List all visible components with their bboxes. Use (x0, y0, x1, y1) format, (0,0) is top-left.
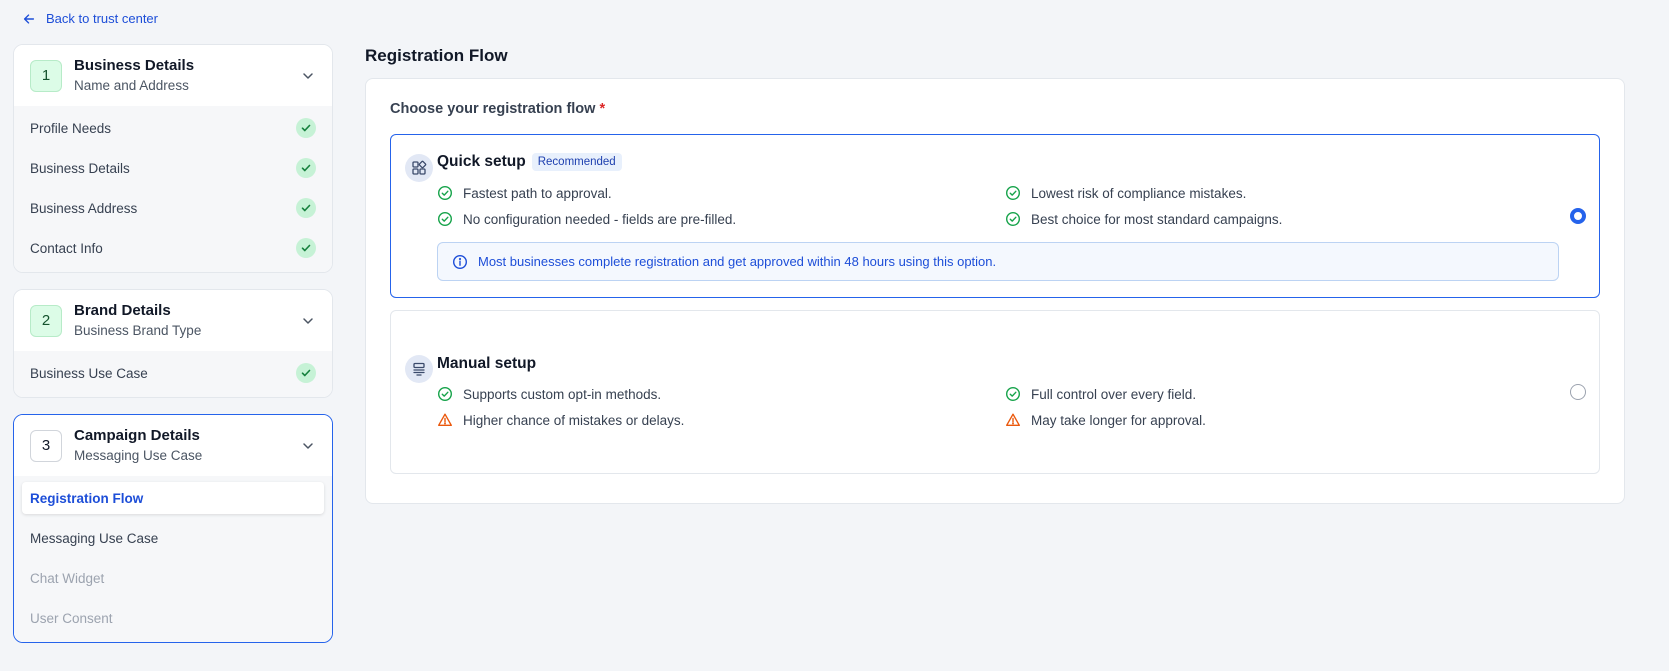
step-header-campaign-details[interactable]: 3 Campaign Details Messaging Use Case (14, 415, 332, 476)
step-title: Business Details (74, 56, 195, 74)
step-number: 1 (30, 59, 62, 92)
check-circle-icon (437, 211, 453, 227)
step-title: Campaign Details (74, 426, 200, 444)
step-items: Business Use Case (14, 351, 332, 397)
step-item-chat-widget: Chat Widget (22, 558, 324, 598)
feature-text: Full control over every field. (1031, 386, 1197, 402)
step-item-label: User Consent (30, 610, 113, 626)
step-item-business-address[interactable]: Business Address (22, 188, 324, 228)
step-number: 2 (30, 304, 62, 337)
step-item-contact-info[interactable]: Contact Info (22, 228, 324, 268)
step-card-brand-details: 2 Brand Details Business Brand Type Busi… (13, 289, 333, 398)
step-number: 3 (30, 429, 62, 462)
form-settings-icon (405, 355, 433, 383)
step-subtitle: Business Brand Type (74, 322, 202, 338)
registration-flow-panel: Choose your registration flow * Quick se… (365, 78, 1625, 504)
step-item-label: Messaging Use Case (30, 530, 159, 546)
option-title: Manual setup (437, 355, 537, 372)
step-item-label: Profile Needs (30, 120, 112, 136)
info-text: Most businesses complete registration an… (478, 254, 997, 269)
step-items: Registration Flow Messaging Use Case Cha… (14, 476, 332, 642)
step-item-label: Chat Widget (30, 570, 105, 586)
feature-text: Best choice for most standard campaigns. (1031, 211, 1283, 227)
check-circle-icon (437, 185, 453, 201)
back-to-trust-center-link[interactable]: Back to trust center (22, 11, 158, 26)
step-item-label: Contact Info (30, 240, 103, 256)
feature-item: Higher chance of mistakes or delays. (437, 412, 684, 428)
info-callout: Most businesses complete registration an… (437, 242, 1559, 281)
step-item-messaging-use-case[interactable]: Messaging Use Case (22, 518, 324, 558)
step-item-business-details[interactable]: Business Details (22, 148, 324, 188)
feature-item: Fastest path to approval. (437, 185, 612, 201)
radio-manual-setup[interactable] (1570, 384, 1586, 400)
feature-text: No configuration needed - fields are pre… (463, 211, 737, 227)
arrow-left-icon (23, 13, 35, 24)
page-title: Registration Flow (365, 46, 508, 65)
check-circle-icon (296, 158, 316, 178)
recommended-badge: Recommended (531, 153, 622, 171)
step-header-brand-details[interactable]: 2 Brand Details Business Brand Type (14, 290, 332, 351)
feature-item: No configuration needed - fields are pre… (437, 211, 736, 227)
feature-text: Higher chance of mistakes or delays. (463, 412, 685, 428)
check-circle-icon (1005, 386, 1021, 402)
step-subtitle: Name and Address (74, 77, 189, 93)
check-circle-icon (1005, 211, 1021, 227)
check-circle-icon (296, 118, 316, 138)
step-item-label: Business Details (30, 160, 130, 176)
warning-triangle-icon (1006, 413, 1020, 426)
steps-sidebar: 1 Business Details Name and Address Prof… (13, 44, 333, 659)
feature-item: Supports custom opt-in methods. (437, 386, 661, 402)
option-manual-setup[interactable]: Manual setup Supports custom opt-in meth… (390, 310, 1600, 474)
step-item-profile-needs[interactable]: Profile Needs (22, 108, 324, 148)
step-card-business-details: 1 Business Details Name and Address Prof… (13, 44, 333, 273)
feature-text: May take longer for approval. (1031, 412, 1206, 428)
step-item-label: Registration Flow (30, 490, 144, 506)
option-title: Quick setup (437, 153, 526, 170)
back-link-label: Back to trust center (46, 11, 158, 26)
step-item-label: Business Address (30, 200, 138, 216)
step-item-business-use-case[interactable]: Business Use Case (22, 353, 324, 393)
question-label: Choose your registration flow * (390, 101, 1600, 117)
step-card-campaign-details: 3 Campaign Details Messaging Use Case Re… (13, 414, 333, 643)
grid-layout-icon (405, 154, 433, 182)
feature-item: Full control over every field. (1005, 386, 1196, 402)
feature-text: Lowest risk of compliance mistakes. (1031, 185, 1247, 201)
feature-item: Best choice for most standard campaigns. (1005, 211, 1282, 227)
main-content: Registration Flow Choose your registrati… (365, 44, 1625, 504)
check-circle-icon (437, 386, 453, 402)
radio-quick-setup[interactable] (1570, 208, 1586, 224)
check-circle-icon (296, 198, 316, 218)
feature-text: Supports custom opt-in methods. (463, 386, 662, 402)
feature-item: Lowest risk of compliance mistakes. (1005, 185, 1246, 201)
info-icon (452, 254, 468, 269)
required-mark: * (599, 101, 606, 117)
warning-triangle-icon (438, 413, 452, 426)
feature-item: May take longer for approval. (1005, 412, 1206, 428)
chevron-down-icon[interactable] (300, 313, 316, 329)
chevron-down-icon[interactable] (300, 438, 316, 454)
step-title: Brand Details (74, 301, 171, 319)
check-circle-icon (1005, 185, 1021, 201)
step-header-business-details[interactable]: 1 Business Details Name and Address (14, 45, 332, 106)
feature-text: Fastest path to approval. (463, 185, 612, 201)
step-item-registration-flow[interactable]: Registration Flow (22, 482, 324, 514)
chevron-down-icon[interactable] (300, 68, 316, 84)
option-quick-setup[interactable]: Quick setup Recommended Fastest path to … (390, 134, 1600, 298)
step-subtitle: Messaging Use Case (74, 447, 203, 463)
step-item-label: Business Use Case (30, 365, 148, 381)
check-circle-icon (296, 238, 316, 258)
check-circle-icon (296, 363, 316, 383)
step-item-user-consent: User Consent (22, 598, 324, 638)
step-items: Profile Needs Business Details Business … (14, 106, 332, 272)
question-text: Choose your registration flow (390, 101, 596, 117)
